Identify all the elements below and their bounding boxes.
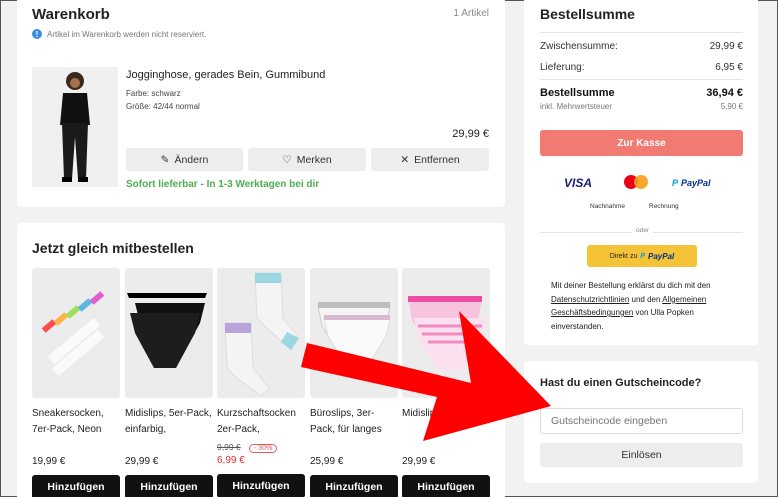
product-old-price-row: 9,99 € - 30%: [217, 442, 305, 453]
cart-title: Warenkorb: [32, 6, 110, 23]
paypal-icon: P: [640, 252, 646, 260]
checkout-button[interactable]: Zur Kasse: [540, 130, 743, 156]
product-card[interactable]: Sneakersocken, 7er-Pack, Neon 19,99 € Hi…: [32, 268, 120, 497]
add-to-cart-button[interactable]: Hinzufügen: [32, 475, 120, 497]
short-socks-photo: [224, 272, 300, 397]
product-card[interactable]: Kurzschaftsocken 2er-Pack, 9,99 € - 30% …: [217, 268, 305, 497]
cart-card: Warenkorb 1 Artikel ! Artikel im Warenko…: [17, 0, 505, 207]
delivery-status: Sofort lieferbar - In 1-3 Werktagen bei …: [126, 179, 320, 190]
annotation-arrow-icon: [301, 311, 551, 441]
subtotal-row: Zwischensumme: 29,99 €: [540, 41, 743, 52]
delivery-row: Lieferung: 6,95 €: [540, 62, 743, 73]
pencil-icon: ✎: [160, 153, 170, 166]
rechnung-label: Rechnung: [649, 203, 679, 210]
remove-button[interactable]: ✕ Entfernen: [371, 148, 489, 171]
add-to-cart-button[interactable]: Hinzufügen: [310, 475, 398, 497]
product-image[interactable]: [32, 67, 118, 187]
briefs-photo: [127, 293, 207, 368]
nachnahme-label: Nachnahme: [590, 203, 626, 210]
add-to-cart-button[interactable]: Hinzufügen: [402, 475, 490, 497]
socks-photo: [41, 291, 105, 377]
product-name: Midislips, 5er-Pack, einfarbig,: [125, 408, 212, 435]
recommendations-title: Jetzt gleich mitbestellen: [32, 240, 194, 256]
info-icon: !: [32, 29, 42, 39]
vat-row: inkl. Mehrwertsteuer 5,90 €: [540, 102, 743, 111]
paypal-icon: P: [672, 178, 679, 188]
redeem-button[interactable]: Einlösen: [540, 443, 743, 467]
cart-item-count: 1 Artikel: [453, 8, 489, 19]
or-divider: oder: [632, 227, 654, 234]
terms-link-2[interactable]: Geschäftsbedingungen: [551, 308, 633, 317]
close-icon: ✕: [400, 153, 410, 166]
cart-item-size: Größe: 42/44 normal: [126, 102, 200, 111]
legal-text: Mit deiner Bestellung erklärst du dich m…: [551, 281, 711, 331]
mastercard-icon: [624, 175, 648, 189]
edit-button[interactable]: ✎ Ändern: [126, 148, 243, 171]
terms-link[interactable]: Allgemeinen: [662, 295, 706, 304]
add-to-cart-button[interactable]: Hinzufügen: [217, 474, 305, 497]
jogging-pants-photo: [60, 72, 90, 182]
product-price: 19,99 €: [32, 456, 66, 467]
summary-title: Bestellsumme: [540, 6, 635, 22]
product-sale-price: 6,99 €: [217, 455, 245, 466]
voucher-input[interactable]: [540, 408, 743, 434]
product-image[interactable]: [32, 268, 120, 398]
visa-logo: VISA: [564, 176, 593, 190]
product-name: Sneakersocken, 7er-Pack, Neon: [32, 408, 104, 435]
cart-item-color: Farbe: schwarz: [126, 89, 181, 98]
paypal-express-button[interactable]: Direkt zu P PayPal: [587, 245, 697, 267]
product-old-price: 9,99 €: [217, 442, 241, 452]
total-row: Bestellsumme 36,94 €: [540, 87, 743, 99]
voucher-title: Hast du einen Gutscheincode?: [540, 377, 702, 389]
add-to-cart-button[interactable]: Hinzufügen: [125, 475, 213, 497]
product-name: Kurzschaftsocken 2er-Pack,: [217, 408, 296, 435]
remember-button[interactable]: ♡ Merken: [248, 148, 366, 171]
cart-item-name[interactable]: Jogginghose, gerades Bein, Gummibund: [126, 69, 325, 81]
heart-icon: ♡: [282, 153, 292, 166]
product-image[interactable]: [217, 268, 305, 398]
product-price: 29,99 €: [125, 456, 159, 467]
product-image[interactable]: [125, 268, 213, 398]
product-card[interactable]: Midislips, 5er-Pack, einfarbig, 29,99 € …: [125, 268, 213, 497]
paypal-logo: P PayPal: [672, 178, 711, 188]
privacy-policy-link[interactable]: Datenschutzrichtlinien: [551, 295, 629, 304]
reservation-notice: ! Artikel im Warenkorb werden nicht rese…: [32, 29, 206, 39]
discount-badge: - 30%: [249, 444, 278, 453]
cart-item-price: 29,99 €: [452, 128, 489, 140]
